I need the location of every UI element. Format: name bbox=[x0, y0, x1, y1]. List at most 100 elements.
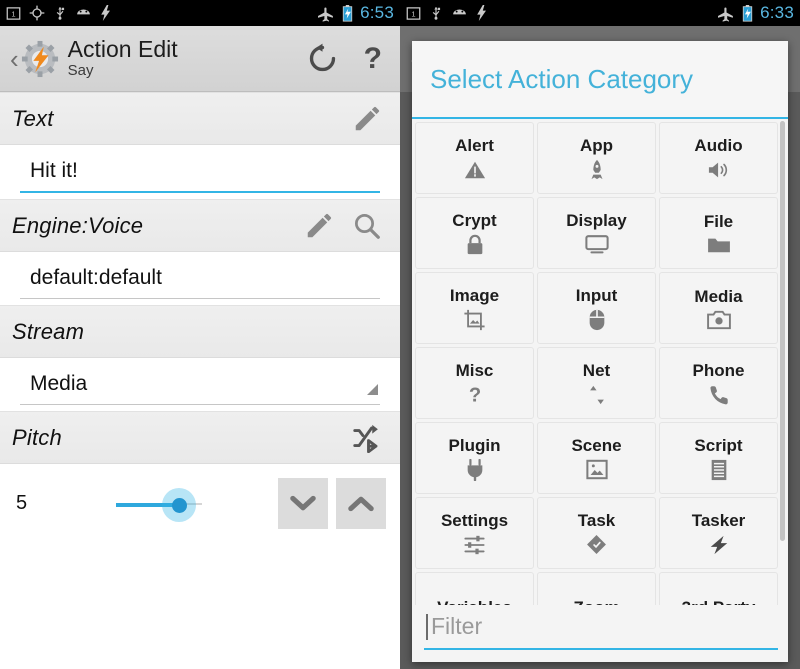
text-cursor bbox=[426, 613, 428, 640]
chevron-down-icon bbox=[290, 495, 316, 511]
label-stream: Stream bbox=[12, 318, 85, 344]
category-grid-wrapper: Alert App Audio Crypt Display File Image… bbox=[412, 119, 788, 605]
category-label: Tasker bbox=[691, 510, 746, 530]
chevron-up-icon bbox=[348, 496, 374, 512]
category-script[interactable]: Script bbox=[659, 422, 778, 494]
category-label: Audio bbox=[694, 135, 743, 155]
picture-frame-icon bbox=[585, 459, 608, 480]
category-label: Net bbox=[582, 360, 611, 380]
gps-icon bbox=[29, 5, 45, 21]
field-label-stream: Stream bbox=[0, 305, 400, 358]
filter-input[interactable]: Filter bbox=[424, 611, 778, 650]
category-scene[interactable]: Scene bbox=[537, 422, 656, 494]
pitch-field-icons bbox=[350, 423, 388, 453]
left-clock: 6:53 bbox=[360, 3, 394, 22]
text-input[interactable]: Hit it! bbox=[20, 155, 380, 193]
category-grid-scrollbar[interactable] bbox=[780, 121, 785, 541]
right-status-right: 6:33 bbox=[718, 3, 794, 23]
category-net[interactable]: Net bbox=[537, 347, 656, 419]
category-zoom[interactable]: Zoom bbox=[537, 572, 656, 605]
crop-image-icon bbox=[463, 309, 486, 331]
engine-voice-input[interactable]: default:default bbox=[20, 262, 380, 299]
phone-handset-icon bbox=[708, 384, 730, 406]
category-label: Variables bbox=[437, 598, 512, 605]
lightning-icon bbox=[101, 5, 110, 21]
help-button[interactable]: ? bbox=[364, 43, 382, 74]
category-variables[interactable]: Variables bbox=[415, 572, 534, 605]
category-audio[interactable]: Audio bbox=[659, 122, 778, 194]
category-settings[interactable]: Settings bbox=[415, 497, 534, 569]
tasker-gear-icon[interactable] bbox=[21, 40, 59, 78]
speaker-icon bbox=[707, 159, 731, 181]
pitch-slider-row: 5 bbox=[0, 464, 400, 529]
category-image[interactable]: Image bbox=[415, 272, 534, 344]
category-label: App bbox=[579, 135, 614, 155]
category-display[interactable]: Display bbox=[537, 197, 656, 269]
pencil-icon[interactable] bbox=[352, 104, 382, 134]
category-label: Scene bbox=[571, 436, 622, 455]
stream-selected-value: Media bbox=[30, 372, 88, 395]
lightning-icon bbox=[477, 5, 486, 21]
dialog-title: Select Action Category bbox=[412, 41, 788, 119]
document-lines-icon bbox=[710, 459, 728, 481]
action-bar-actions: ? bbox=[307, 43, 390, 74]
category-label: Misc bbox=[455, 360, 494, 380]
page-title: Action Edit bbox=[67, 35, 178, 62]
search-icon[interactable] bbox=[352, 211, 382, 241]
mouse-icon bbox=[588, 309, 606, 331]
left-status-right: 6:53 bbox=[318, 3, 394, 23]
android-icon bbox=[453, 9, 466, 15]
camera-icon bbox=[706, 310, 731, 330]
pitch-slider[interactable] bbox=[50, 482, 268, 526]
category-phone[interactable]: Phone bbox=[659, 347, 778, 419]
pitch-increase-button[interactable] bbox=[336, 478, 386, 529]
dropdown-caret-icon bbox=[367, 384, 378, 395]
category-crypt[interactable]: Crypt bbox=[415, 197, 534, 269]
category-label: Script bbox=[694, 435, 743, 455]
category-tasker[interactable]: Tasker bbox=[659, 497, 778, 569]
pencil-icon[interactable] bbox=[304, 211, 334, 241]
up-down-arrows-icon bbox=[587, 384, 607, 406]
back-button[interactable]: ‹ bbox=[10, 46, 19, 72]
calendar-1-icon: 1 bbox=[406, 6, 421, 20]
category-label: Alert bbox=[455, 135, 494, 155]
question-mark-icon: ? bbox=[467, 384, 483, 406]
left-status-icons: 1 bbox=[6, 5, 112, 21]
warning-triangle-icon bbox=[464, 159, 486, 181]
power-plug-icon bbox=[465, 458, 485, 481]
slider-thumb[interactable] bbox=[172, 497, 187, 513]
category-label: File bbox=[703, 211, 734, 231]
label-engine-voice: Engine:Voice bbox=[12, 212, 144, 238]
engine-field-body: default:default bbox=[0, 252, 400, 305]
folder-icon bbox=[707, 235, 731, 255]
category-task[interactable]: Task bbox=[537, 497, 656, 569]
category-plugin[interactable]: Plugin bbox=[415, 422, 534, 494]
sliders-icon bbox=[463, 534, 486, 556]
label-text: Text bbox=[12, 105, 54, 131]
category-input[interactable]: Input bbox=[537, 272, 656, 344]
action-edit-form: Text Hit it! Engine:Voice default:defaul… bbox=[0, 92, 400, 669]
category-label: 3rd Party bbox=[682, 598, 756, 605]
svg-text:1: 1 bbox=[11, 9, 15, 18]
field-label-text: Text bbox=[0, 92, 400, 145]
undo-icon[interactable] bbox=[307, 43, 338, 74]
category-label: Crypt bbox=[452, 210, 497, 230]
pitch-decrease-button[interactable] bbox=[278, 478, 328, 529]
category-app[interactable]: App bbox=[537, 122, 656, 194]
category-file[interactable]: File bbox=[659, 197, 778, 269]
category-3rd-party[interactable]: 3rd Party bbox=[659, 572, 778, 605]
field-label-engine-voice: Engine:Voice bbox=[0, 199, 400, 252]
action-bar-titles: Action Edit Say bbox=[68, 37, 178, 80]
category-media[interactable]: Media bbox=[659, 272, 778, 344]
stream-dropdown[interactable]: Media bbox=[20, 368, 380, 405]
shuffle-icon[interactable] bbox=[350, 423, 382, 453]
right-status-bar: 1 6:33 bbox=[400, 0, 800, 26]
calendar-1-icon: 1 bbox=[6, 6, 21, 20]
category-misc[interactable]: Misc ? bbox=[415, 347, 534, 419]
category-alert[interactable]: Alert bbox=[415, 122, 534, 194]
pitch-value: 5 bbox=[16, 492, 28, 514]
left-phone-screen: 1 6:53 ‹ Action Edit Say ? Text Hit it! … bbox=[0, 0, 400, 669]
filter-row: Filter bbox=[412, 605, 788, 662]
android-icon bbox=[77, 9, 90, 15]
rocket-icon bbox=[586, 159, 608, 181]
